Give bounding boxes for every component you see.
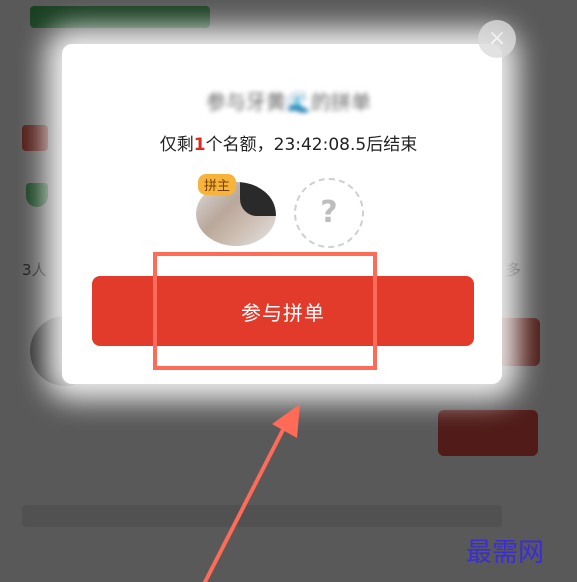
host-badge: 拼主: [198, 174, 237, 195]
watermark: 最需网: [466, 538, 545, 568]
dialog-title: 参与牙黄🌊的拼单: [206, 90, 371, 114]
question-mark-icon: ?: [294, 178, 364, 248]
dialog-subtitle: 仅剩1个名额，23:42:08.5后结束: [0, 130, 577, 155]
subtitle-prefix: 仅剩: [159, 135, 194, 155]
annotation-highlight-box: [153, 252, 377, 370]
close-icon[interactable]: ×: [478, 20, 516, 58]
remaining-count: 1: [193, 135, 206, 155]
subtitle-suffix: 个名额，23:42:08.5后结束: [205, 135, 418, 155]
